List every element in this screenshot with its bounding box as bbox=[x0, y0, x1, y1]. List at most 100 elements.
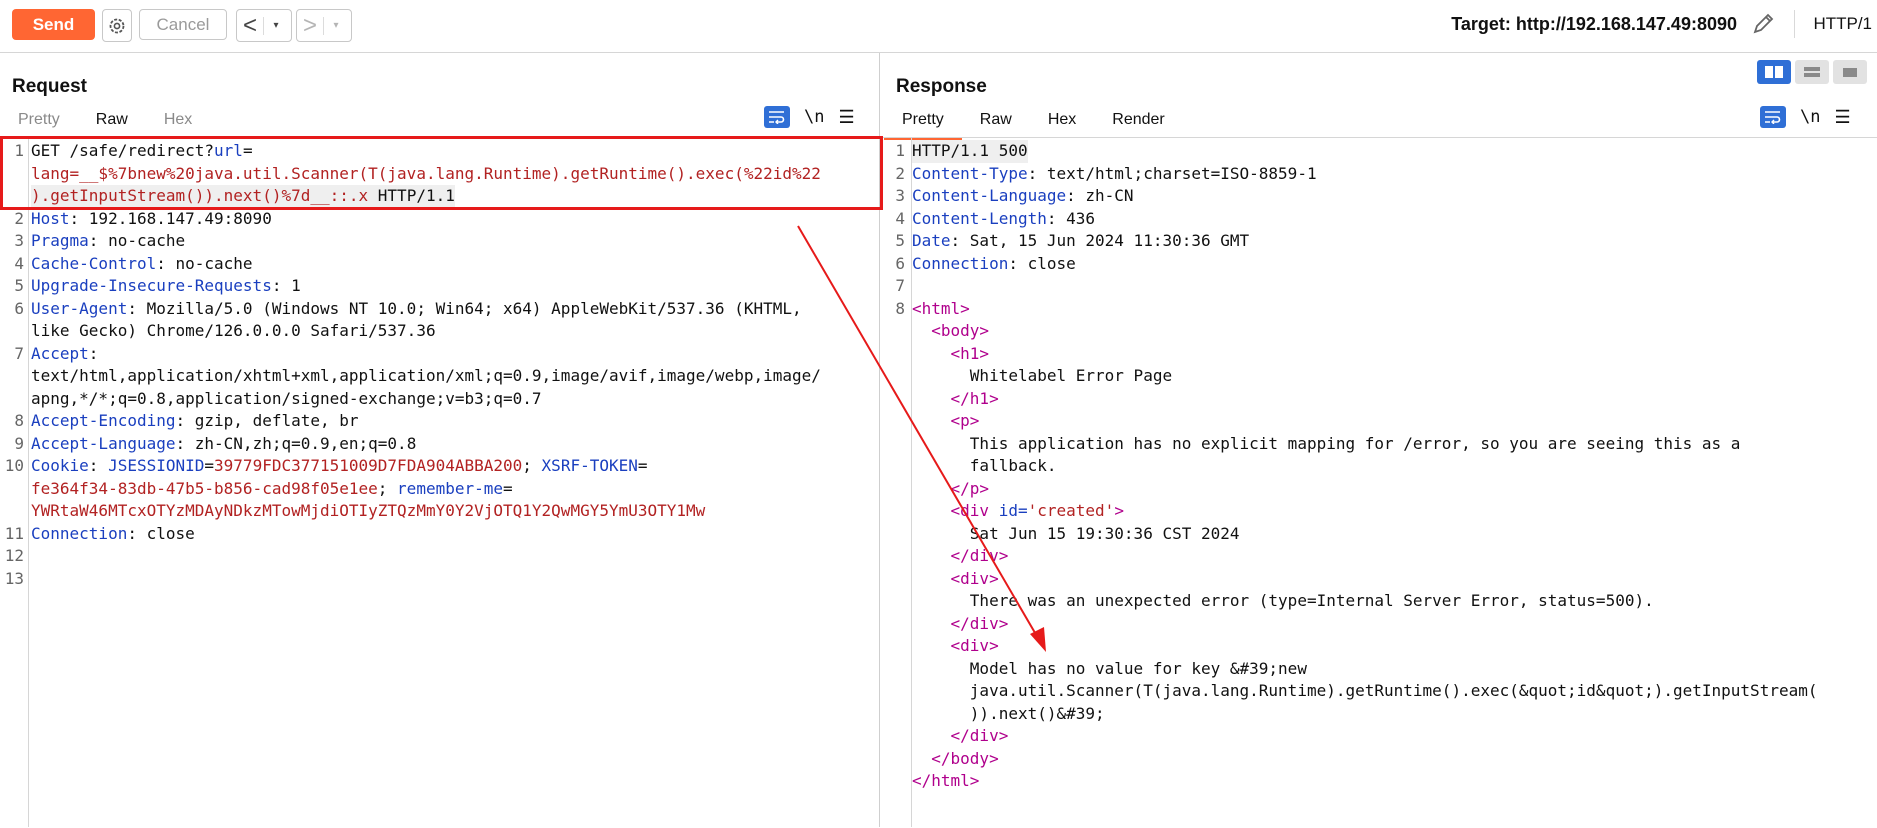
response-newline-toggle[interactable]: \n bbox=[1800, 107, 1820, 127]
code-line[interactable]: </div> bbox=[883, 613, 1817, 636]
code-line[interactable]: 7 bbox=[883, 275, 1817, 298]
layout-side-by-side-button[interactable] bbox=[1757, 60, 1791, 84]
code-line[interactable]: like Gecko) Chrome/126.0.0.0 Safari/537.… bbox=[2, 320, 821, 343]
code-token: : close bbox=[127, 523, 195, 543]
code-token: : Mozilla/5.0 (Windows NT 10.0; Win64; x… bbox=[127, 298, 802, 318]
tab-request-hex[interactable]: Hex bbox=[146, 110, 210, 138]
line-number: 4 bbox=[895, 208, 905, 228]
code-line[interactable]: 6 Connection: close bbox=[883, 253, 1817, 276]
code-token: : 1 bbox=[271, 276, 301, 295]
back-history-dropdown[interactable]: ▾ bbox=[263, 16, 288, 35]
response-menu-icon[interactable]: ☰ bbox=[1834, 107, 1850, 128]
code-line[interactable]: )).next()&#39; bbox=[883, 703, 1817, 726]
settings-gear-icon bbox=[109, 18, 125, 33]
code-line[interactable]: </body> bbox=[883, 748, 1817, 771]
code-line[interactable]: There was an unexpected error (type=Inte… bbox=[883, 590, 1817, 613]
forward-history-dropdown[interactable]: ▾ bbox=[323, 16, 348, 35]
line-text: Sat Jun 15 19:30:36 CST 2024 bbox=[912, 523, 1240, 546]
line-number: 7 bbox=[895, 276, 905, 295]
code-line[interactable]: 5 Date: Sat, 15 Jun 2024 11:30:36 GMT bbox=[883, 230, 1817, 253]
code-line[interactable]: fallback. bbox=[883, 455, 1817, 478]
response-word-wrap-toggle[interactable] bbox=[1760, 106, 1786, 128]
code-line[interactable]: <body> bbox=[883, 320, 1817, 343]
tab-response-hex[interactable]: Hex bbox=[1030, 110, 1094, 138]
edit-pencil-icon[interactable] bbox=[1749, 10, 1777, 38]
response-editor[interactable]: 1 HTTP/1.1 500 2 Content-Type: text/html;ch… bbox=[883, 140, 1817, 793]
code-line[interactable]: 9 Accept-Language: zh-CN,zh;q=0.9,en;q=0.… bbox=[2, 433, 821, 456]
code-token: > bbox=[1114, 501, 1124, 520]
code-line[interactable]: </html> bbox=[883, 770, 1817, 793]
tab-response-raw[interactable]: Raw bbox=[962, 110, 1030, 138]
code-token: Cookie bbox=[31, 456, 89, 475]
code-line[interactable]: 10 Cookie: JSESSIONID=39779FDC377151009D7… bbox=[2, 455, 821, 478]
newline-toggle[interactable]: \n bbox=[804, 107, 824, 127]
code-token: Accept bbox=[31, 343, 89, 363]
code-line[interactable]: <div> bbox=[883, 568, 1817, 591]
code-line[interactable]: 12 bbox=[2, 545, 821, 568]
code-line[interactable]: <h1> bbox=[883, 343, 1817, 366]
code-token: fallback. bbox=[912, 456, 1057, 475]
code-token: : text/html;charset=ISO-8859-1 bbox=[1027, 163, 1317, 183]
request-menu-icon[interactable]: ☰ bbox=[838, 107, 854, 128]
columns-icon bbox=[1765, 66, 1783, 78]
code-line[interactable]: <p> bbox=[883, 410, 1817, 433]
protocol-label[interactable]: HTTP/1 bbox=[1813, 14, 1872, 34]
layout-stacked-button[interactable] bbox=[1795, 60, 1829, 84]
code-token: Whitelabel Error Page bbox=[912, 366, 1173, 385]
send-button[interactable]: Send bbox=[12, 9, 95, 40]
code-token: Model has no value for key &#39;new bbox=[912, 658, 1307, 678]
line-number bbox=[883, 725, 912, 748]
layout-tabs-button[interactable] bbox=[1833, 60, 1867, 84]
code-line[interactable]: </h1> bbox=[883, 388, 1817, 411]
code-line[interactable]: 8 <html> bbox=[883, 298, 1817, 321]
code-line[interactable]: 8 Accept-Encoding: gzip, deflate, br bbox=[2, 410, 821, 433]
single-pane-icon bbox=[1843, 68, 1857, 77]
code-line[interactable]: YWRtaW46MTcxOTYzMDAyNDkzMTowMjdiOTIyZTQz… bbox=[2, 500, 821, 523]
code-line[interactable]: 4 Cache-Control: no-cache bbox=[2, 253, 821, 276]
code-token: : bbox=[88, 343, 99, 363]
code-line[interactable]: fe364f34-83db-47b5-b856-cad98f05e1ee; re… bbox=[2, 478, 821, 501]
code-line[interactable]: </p> bbox=[883, 478, 1817, 501]
code-line[interactable]: 13 bbox=[2, 568, 821, 591]
code-line[interactable]: Sat Jun 15 19:30:36 CST 2024 bbox=[883, 523, 1817, 546]
code-line[interactable]: <div id='created'> bbox=[883, 500, 1817, 523]
code-line[interactable]: Model has no value for key &#39;new bbox=[883, 658, 1817, 681]
code-line[interactable]: 3 Content-Language: zh-CN bbox=[883, 185, 1817, 208]
code-token: </div> bbox=[912, 613, 1009, 633]
code-line[interactable]: 5 Upgrade-Insecure-Requests: 1 bbox=[2, 275, 821, 298]
line-number bbox=[883, 365, 912, 388]
code-line[interactable]: 3 Pragma: no-cache bbox=[2, 230, 821, 253]
code-line[interactable]: 2 Content-Type: text/html;charset=ISO-885… bbox=[883, 163, 1817, 186]
line-number bbox=[883, 613, 912, 636]
code-token: remember-me bbox=[397, 478, 504, 498]
code-token: </p> bbox=[912, 478, 990, 498]
tab-response-render[interactable]: Render bbox=[1094, 110, 1182, 138]
code-token: JSESSIONID bbox=[108, 456, 205, 475]
code-line[interactable]: Whitelabel Error Page bbox=[883, 365, 1817, 388]
response-tabs: Pretty Raw Hex Render bbox=[884, 110, 1183, 140]
code-line[interactable]: 6 User-Agent: Mozilla/5.0 (Windows NT 10.… bbox=[2, 298, 821, 321]
code-line[interactable]: 2 Host: 192.168.147.49:8090 bbox=[2, 208, 821, 231]
code-token: There was an unexpected error (type=Inte… bbox=[912, 591, 1654, 610]
tab-request-raw[interactable]: Raw bbox=[78, 110, 146, 138]
code-line[interactable]: 11 Connection: close bbox=[2, 523, 821, 546]
line-number bbox=[883, 478, 912, 501]
tab-request-pretty[interactable]: Pretty bbox=[0, 110, 78, 138]
code-line[interactable]: This application has no explicit mapping… bbox=[883, 433, 1817, 456]
forward-button[interactable]: > bbox=[297, 12, 323, 40]
code-line[interactable]: <div> bbox=[883, 635, 1817, 658]
tab-response-pretty[interactable]: Pretty bbox=[884, 110, 962, 140]
cancel-button[interactable]: Cancel bbox=[139, 9, 227, 40]
code-line[interactable]: text/html,application/xhtml+xml,applicat… bbox=[2, 365, 821, 388]
code-line[interactable]: 4 Content-Length: 436 bbox=[883, 208, 1817, 231]
code-token: Content-Language bbox=[912, 186, 1067, 205]
word-wrap-toggle[interactable] bbox=[764, 106, 790, 128]
back-button[interactable]: < bbox=[237, 12, 263, 40]
code-line[interactable]: </div> bbox=[883, 725, 1817, 748]
code-line[interactable]: 7 Accept: bbox=[2, 343, 821, 366]
code-line[interactable]: 1 HTTP/1.1 500 bbox=[883, 140, 1817, 163]
settings-gear-button[interactable] bbox=[102, 9, 132, 42]
code-line[interactable]: </div> bbox=[883, 545, 1817, 568]
code-line[interactable]: apng,*/*;q=0.8,application/signed-exchan… bbox=[2, 388, 821, 411]
code-line[interactable]: java.util.Scanner(T(java.lang.Runtime).g… bbox=[883, 680, 1818, 703]
